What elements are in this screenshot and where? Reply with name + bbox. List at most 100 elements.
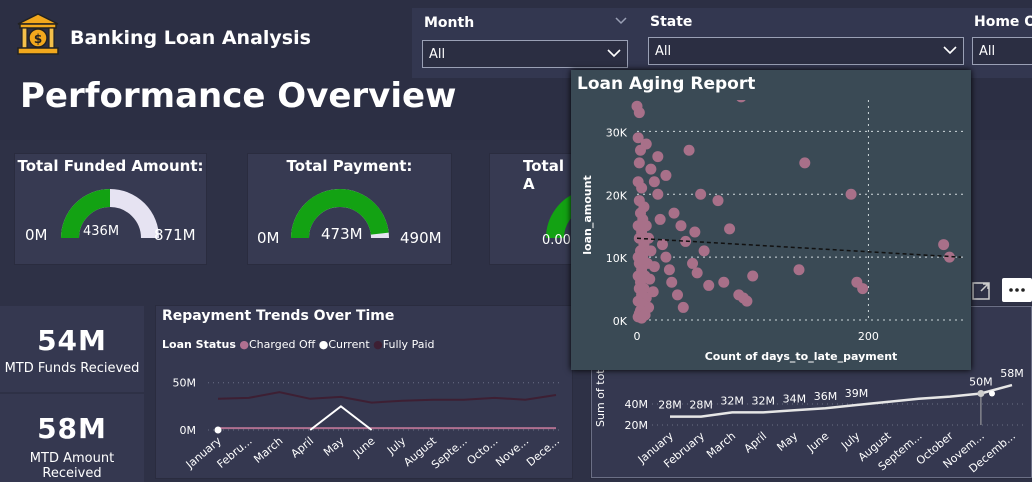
scatter-point [687, 257, 699, 269]
legend-charged-off[interactable]: Charged Off [249, 338, 315, 351]
total-payment-max: 490M [400, 229, 442, 247]
scatter-point [712, 195, 724, 207]
scatter-point [645, 163, 657, 175]
scatter-point [938, 239, 950, 251]
x-axis-label: Count of days_to_late_payment [705, 350, 898, 363]
scatter-point [689, 226, 701, 238]
scatter-point [672, 289, 683, 301]
scatter-point [698, 245, 710, 257]
data-label: 28M [658, 399, 682, 412]
x-tick-label: May [321, 434, 347, 459]
scatter-point [683, 144, 695, 156]
series-line-1 [309, 405, 373, 431]
data-label: 58M [1000, 367, 1024, 380]
x-tick-label: April [742, 429, 770, 455]
y-tick-label: 50M [173, 377, 197, 390]
x-tick-label: July [838, 429, 863, 453]
data-label: 36M [814, 390, 838, 403]
scatter-point [648, 261, 660, 273]
scatter-point [857, 283, 869, 295]
mtd-funds-card: 54M MTD Funds Recieved [0, 306, 144, 392]
x-tick-label: March [704, 429, 738, 461]
scatter-point [652, 188, 664, 200]
y-axis-label: loan_amount [581, 175, 594, 254]
y-tick-label: 20K [606, 189, 628, 202]
scatter-point [737, 292, 749, 304]
repayment-legend: Loan Status ●Charged Off ●Current ●Fully… [162, 338, 434, 351]
data-label: 28M [689, 399, 713, 412]
month-filter-label: Month [424, 15, 475, 31]
page-title: Performance Overview [20, 76, 457, 116]
funded-amount-max: 871M [154, 226, 196, 244]
scatter-point [660, 169, 672, 181]
x-tick-label: Nove... [493, 434, 531, 469]
data-label: 50M [969, 376, 993, 389]
scatter-point [633, 107, 645, 119]
funded-amount-value: 436M [83, 224, 120, 239]
series-line-2 [217, 391, 557, 404]
data-label: 39M [845, 387, 869, 400]
bank-icon: $ [16, 12, 60, 58]
repayment-trends-plot: 50M0MJanuaryFebru...March April May June Jul… [173, 377, 562, 472]
legend-dot-charged-off: ● [239, 338, 249, 351]
data-label: 34M [783, 392, 807, 405]
mtd-funds-label: MTD Funds Recieved [4, 361, 140, 376]
home-ownership-filter-label: Home Ow [974, 14, 1032, 30]
scatter-point [654, 213, 666, 225]
focus-mode-icon[interactable] [970, 280, 992, 302]
scatter-point [736, 100, 746, 103]
scatter-point [660, 251, 672, 263]
scatter-point [636, 182, 648, 194]
total-payment-card: Total Payment: 0M 473M 490M [248, 154, 451, 264]
total-payment-min: 0M [257, 229, 280, 247]
legend-title: Loan Status [162, 338, 236, 351]
scatter-point [691, 267, 703, 279]
x-tick-label: April [288, 434, 316, 460]
scatter-point [648, 176, 660, 188]
x-tick-label: June [804, 429, 832, 455]
chevron-down-icon[interactable] [614, 12, 628, 26]
scatter-point [652, 151, 664, 163]
y-tick-label: 0K [613, 315, 628, 328]
chevron-down-icon [607, 49, 621, 58]
home-ownership-filter-dropdown[interactable]: All [972, 37, 1032, 65]
month-filter-dropdown[interactable]: All [422, 40, 628, 68]
scatter-point [636, 312, 648, 324]
more-options-icon[interactable] [1002, 278, 1032, 302]
x-tick-label: 0 [634, 330, 641, 343]
loan-aging-scatter: 30K 20K 10K 0K 0 200 Count of days_to_late_pay… [581, 100, 966, 363]
legend-dot-current: ● [318, 338, 329, 351]
scatter-point [663, 264, 675, 276]
mtd-amount-value: 58M [37, 412, 107, 445]
scatter-point [845, 188, 857, 200]
data-point [989, 390, 995, 397]
funded-amount-min: 0M [25, 226, 48, 244]
total-payment-value: 473M [321, 225, 363, 243]
scatter-point [724, 223, 736, 235]
loan-aging-tooltip: Loan Aging Report 30K 20K 10K 0K 0 200 Count o… [571, 70, 971, 370]
y-tick-label: 10K [606, 252, 628, 265]
legend-current[interactable]: Current [328, 338, 369, 351]
legend-fully-paid[interactable]: Fully Paid [383, 338, 435, 351]
scatter-point [695, 188, 707, 200]
data-point [977, 390, 985, 397]
y-tick-label: 20M [625, 419, 649, 432]
y-tick-label: 30K [606, 126, 628, 139]
x-tick-label: Dece... [524, 434, 562, 469]
third-gauge-card: Total A 0.00 [490, 154, 580, 264]
state-filter-value: All [655, 44, 672, 59]
x-tick-label: June [350, 434, 378, 460]
state-filter-dropdown[interactable]: All [648, 37, 964, 65]
chevron-down-icon [943, 46, 957, 55]
state-filter-label: State [650, 14, 693, 30]
repayment-trends-title: Repayment Trends Over Time [162, 308, 395, 324]
loan-aging-title: Loan Aging Report [577, 74, 756, 94]
svg-text:$: $ [34, 32, 42, 46]
scatter-point [666, 276, 678, 288]
funded-amount-card: Total Funded Amount: 0M 436M 871M [15, 154, 206, 264]
scatter-point [793, 264, 805, 276]
data-label: 32M [720, 394, 744, 407]
third-gauge-min: 0.00 [542, 233, 571, 248]
mtd-funds-value: 54M [37, 324, 107, 357]
data-label: 32M [752, 394, 776, 407]
